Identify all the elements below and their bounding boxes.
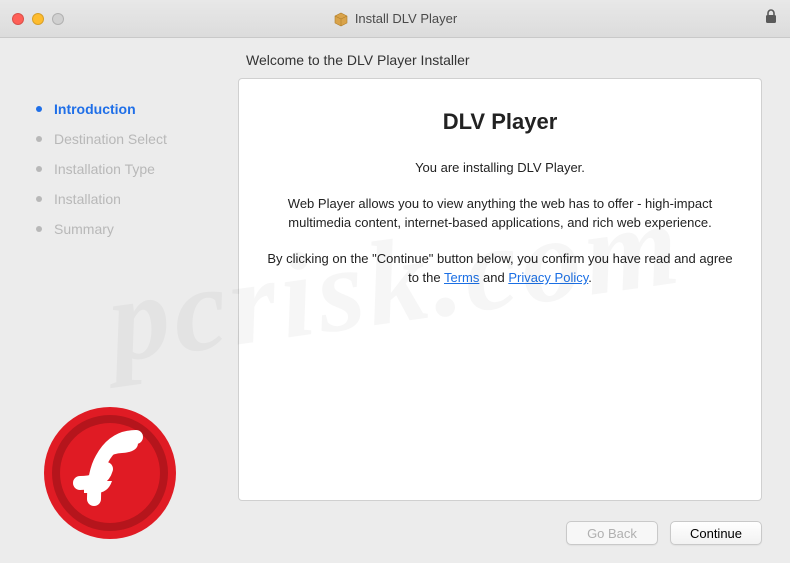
bullet-icon	[36, 196, 42, 202]
titlebar: Install DLV Player	[0, 0, 790, 38]
step-summary: Summary	[36, 214, 228, 244]
step-destination-select: Destination Select	[36, 124, 228, 154]
go-back-button: Go Back	[566, 521, 658, 545]
privacy-policy-link[interactable]: Privacy Policy	[508, 270, 588, 285]
traffic-lights	[12, 13, 64, 25]
terms-link[interactable]: Terms	[444, 270, 479, 285]
minimize-window-button[interactable]	[32, 13, 44, 25]
bullet-icon	[36, 136, 42, 142]
bullet-icon	[36, 106, 42, 112]
close-window-button[interactable]	[12, 13, 24, 25]
step-label: Summary	[54, 221, 114, 237]
content-panel: DLV Player You are installing DLV Player…	[238, 78, 762, 501]
step-label: Installation Type	[54, 161, 155, 177]
installer-subtitle: Welcome to the DLV Player Installer	[0, 38, 790, 78]
continue-button[interactable]: Continue	[670, 521, 762, 545]
maximize-window-button	[52, 13, 64, 25]
step-label: Installation	[54, 191, 121, 207]
window-title: Install DLV Player	[355, 11, 457, 26]
consent-and: and	[479, 270, 508, 285]
consent-suffix: .	[588, 270, 592, 285]
panel-consent: By clicking on the "Continue" button bel…	[267, 249, 733, 288]
panel-line: You are installing DLV Player.	[267, 158, 733, 178]
installer-window: Install DLV Player Welcome to the DLV Pl…	[0, 0, 790, 563]
bullet-icon	[36, 226, 42, 232]
lock-icon	[764, 8, 778, 29]
flash-player-icon	[40, 403, 180, 543]
step-label: Destination Select	[54, 131, 167, 147]
step-introduction: Introduction	[36, 94, 228, 124]
bullet-icon	[36, 166, 42, 172]
step-label: Introduction	[54, 101, 136, 117]
panel-heading: DLV Player	[267, 105, 733, 138]
package-icon	[333, 11, 349, 27]
step-installation-type: Installation Type	[36, 154, 228, 184]
panel-line: Web Player allows you to view anything t…	[267, 194, 733, 233]
step-installation: Installation	[36, 184, 228, 214]
